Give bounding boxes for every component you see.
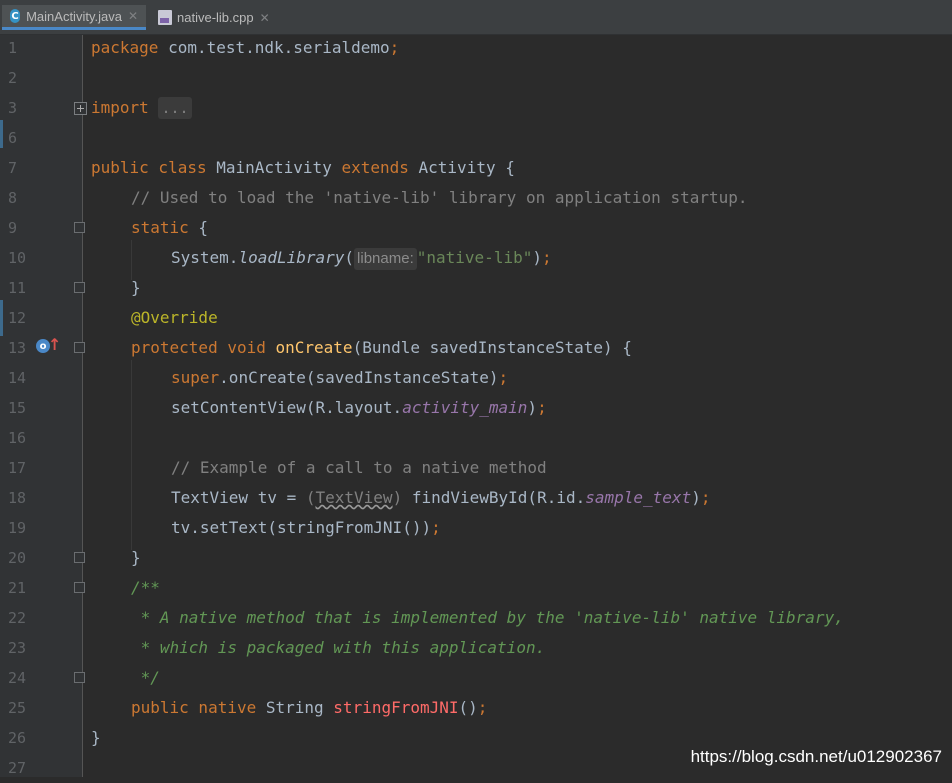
- close-icon[interactable]: ✕: [128, 9, 138, 23]
- expand-fold-icon[interactable]: [74, 102, 87, 115]
- code-line: 9 static {: [0, 213, 952, 243]
- parameter-hint: libname:: [354, 248, 417, 270]
- line-number: 23: [8, 639, 27, 657]
- line-number: 26: [8, 729, 27, 747]
- code-line: 16: [0, 423, 952, 453]
- tab-label: MainActivity.java: [26, 8, 122, 24]
- code-line: 17 // Example of a call to a native meth…: [0, 453, 952, 483]
- line-number: 18: [8, 489, 27, 507]
- collapse-fold-icon[interactable]: [74, 282, 85, 293]
- collapse-fold-icon[interactable]: [74, 582, 85, 593]
- javadoc-comment[interactable]: */: [131, 663, 160, 693]
- tab-native-lib-cpp[interactable]: native-lib.cpp ✕: [150, 5, 278, 30]
- watermark: https://blog.csdn.net/u012902367: [690, 747, 942, 766]
- line-number: 20: [8, 549, 27, 567]
- code-line: 6: [0, 123, 952, 153]
- code-text[interactable]: tv.setText(stringFromJNI());: [171, 513, 441, 543]
- code-text[interactable]: import ...: [91, 93, 192, 123]
- code-line: 10 System.loadLibrary(libname: "native-li…: [0, 243, 952, 273]
- folded-imports: ...: [158, 97, 192, 119]
- code-text[interactable]: protected void onCreate(Bundle savedInst…: [131, 333, 632, 363]
- tab-label: native-lib.cpp: [177, 10, 254, 25]
- implements-arrow-icon[interactable]: ↑: [48, 335, 61, 354]
- code-text[interactable]: }: [131, 543, 141, 573]
- javadoc-comment[interactable]: * A native method that is implemented by…: [131, 603, 844, 633]
- code-line: 11 }: [0, 273, 952, 303]
- line-number: 6: [8, 129, 18, 147]
- code-line: 23 * which is packaged with this applica…: [0, 633, 952, 663]
- line-number: 17: [8, 459, 27, 477]
- code-text[interactable]: public native String stringFromJNI();: [131, 693, 487, 723]
- code-line: 7 public class MainActivity extends Acti…: [0, 153, 952, 183]
- collapse-fold-icon[interactable]: [74, 672, 85, 683]
- code-line: 21 /**: [0, 573, 952, 603]
- code-line: 15 setContentView(R.layout.activity_main…: [0, 393, 952, 423]
- line-number: 12: [8, 309, 27, 327]
- line-number: 22: [8, 609, 27, 627]
- code-line: 25 public native String stringFromJNI();: [0, 693, 952, 723]
- line-number: 14: [8, 369, 27, 387]
- code-text[interactable]: }: [131, 273, 141, 303]
- javadoc-comment[interactable]: /**: [131, 573, 160, 603]
- line-number: 15: [8, 399, 27, 417]
- code-text[interactable]: TextView tv = (TextView) findViewById(R.…: [171, 483, 710, 513]
- line-number: 8: [8, 189, 18, 207]
- line-number: 16: [8, 429, 27, 447]
- javadoc-comment[interactable]: * which is packaged with this applicatio…: [131, 633, 546, 663]
- collapse-fold-icon[interactable]: [74, 222, 85, 233]
- tab-mainactivity-java[interactable]: C MainActivity.java ✕: [2, 5, 146, 30]
- line-number: 7: [8, 159, 18, 177]
- code-text[interactable]: static {: [131, 213, 208, 243]
- code-line: 8 // Used to load the 'native-lib' libra…: [0, 183, 952, 213]
- line-number: 19: [8, 519, 27, 537]
- code-text[interactable]: }: [91, 723, 101, 753]
- editor-tab-bar: C MainActivity.java ✕ native-lib.cpp ✕: [0, 0, 952, 35]
- line-number: 13: [8, 339, 27, 357]
- code-comment[interactable]: // Used to load the 'native-lib' library…: [131, 183, 748, 213]
- code-line: 24 */: [0, 663, 952, 693]
- code-text[interactable]: setContentView(R.layout.activity_main);: [171, 393, 547, 423]
- code-line: 14 super.onCreate(savedInstanceState);: [0, 363, 952, 393]
- cpp-file-icon: [158, 10, 172, 25]
- collapse-fold-icon[interactable]: [74, 552, 85, 563]
- line-number: 27: [8, 759, 27, 777]
- code-annotation[interactable]: @Override: [131, 303, 218, 333]
- line-number: 1: [8, 39, 18, 57]
- java-class-icon: C: [10, 9, 21, 23]
- code-line: 19 tv.setText(stringFromJNI());: [0, 513, 952, 543]
- code-line: 3 import ...: [0, 93, 952, 123]
- code-line: 13 protected void onCreate(Bundle savedI…: [0, 333, 952, 363]
- line-number: 9: [8, 219, 18, 237]
- line-number: 2: [8, 69, 18, 87]
- line-number: 25: [8, 699, 27, 717]
- line-number: 11: [8, 279, 27, 297]
- code-comment[interactable]: // Example of a call to a native method: [171, 453, 547, 483]
- line-number: 24: [8, 669, 27, 687]
- line-number: 10: [8, 249, 27, 267]
- code-line: 2: [0, 63, 952, 93]
- close-icon[interactable]: ✕: [260, 11, 270, 25]
- line-number: 21: [8, 579, 27, 597]
- code-line: 12 @Override: [0, 303, 952, 333]
- code-text[interactable]: public class MainActivity extends Activi…: [91, 153, 515, 183]
- code-text[interactable]: System.loadLibrary(libname: "native-lib")…: [171, 243, 552, 273]
- code-text[interactable]: super.onCreate(savedInstanceState);: [171, 363, 508, 393]
- code-line: 1 package com.test.ndk.serialdemo;: [0, 33, 952, 63]
- code-line: 18 TextView tv = (TextView) findViewById…: [0, 483, 952, 513]
- line-number: 3: [8, 99, 18, 117]
- collapse-fold-icon[interactable]: [74, 342, 85, 353]
- code-line: 22 * A native method that is implemented…: [0, 603, 952, 633]
- code-line: 20 }: [0, 543, 952, 573]
- code-text[interactable]: package com.test.ndk.serialdemo;: [91, 33, 399, 63]
